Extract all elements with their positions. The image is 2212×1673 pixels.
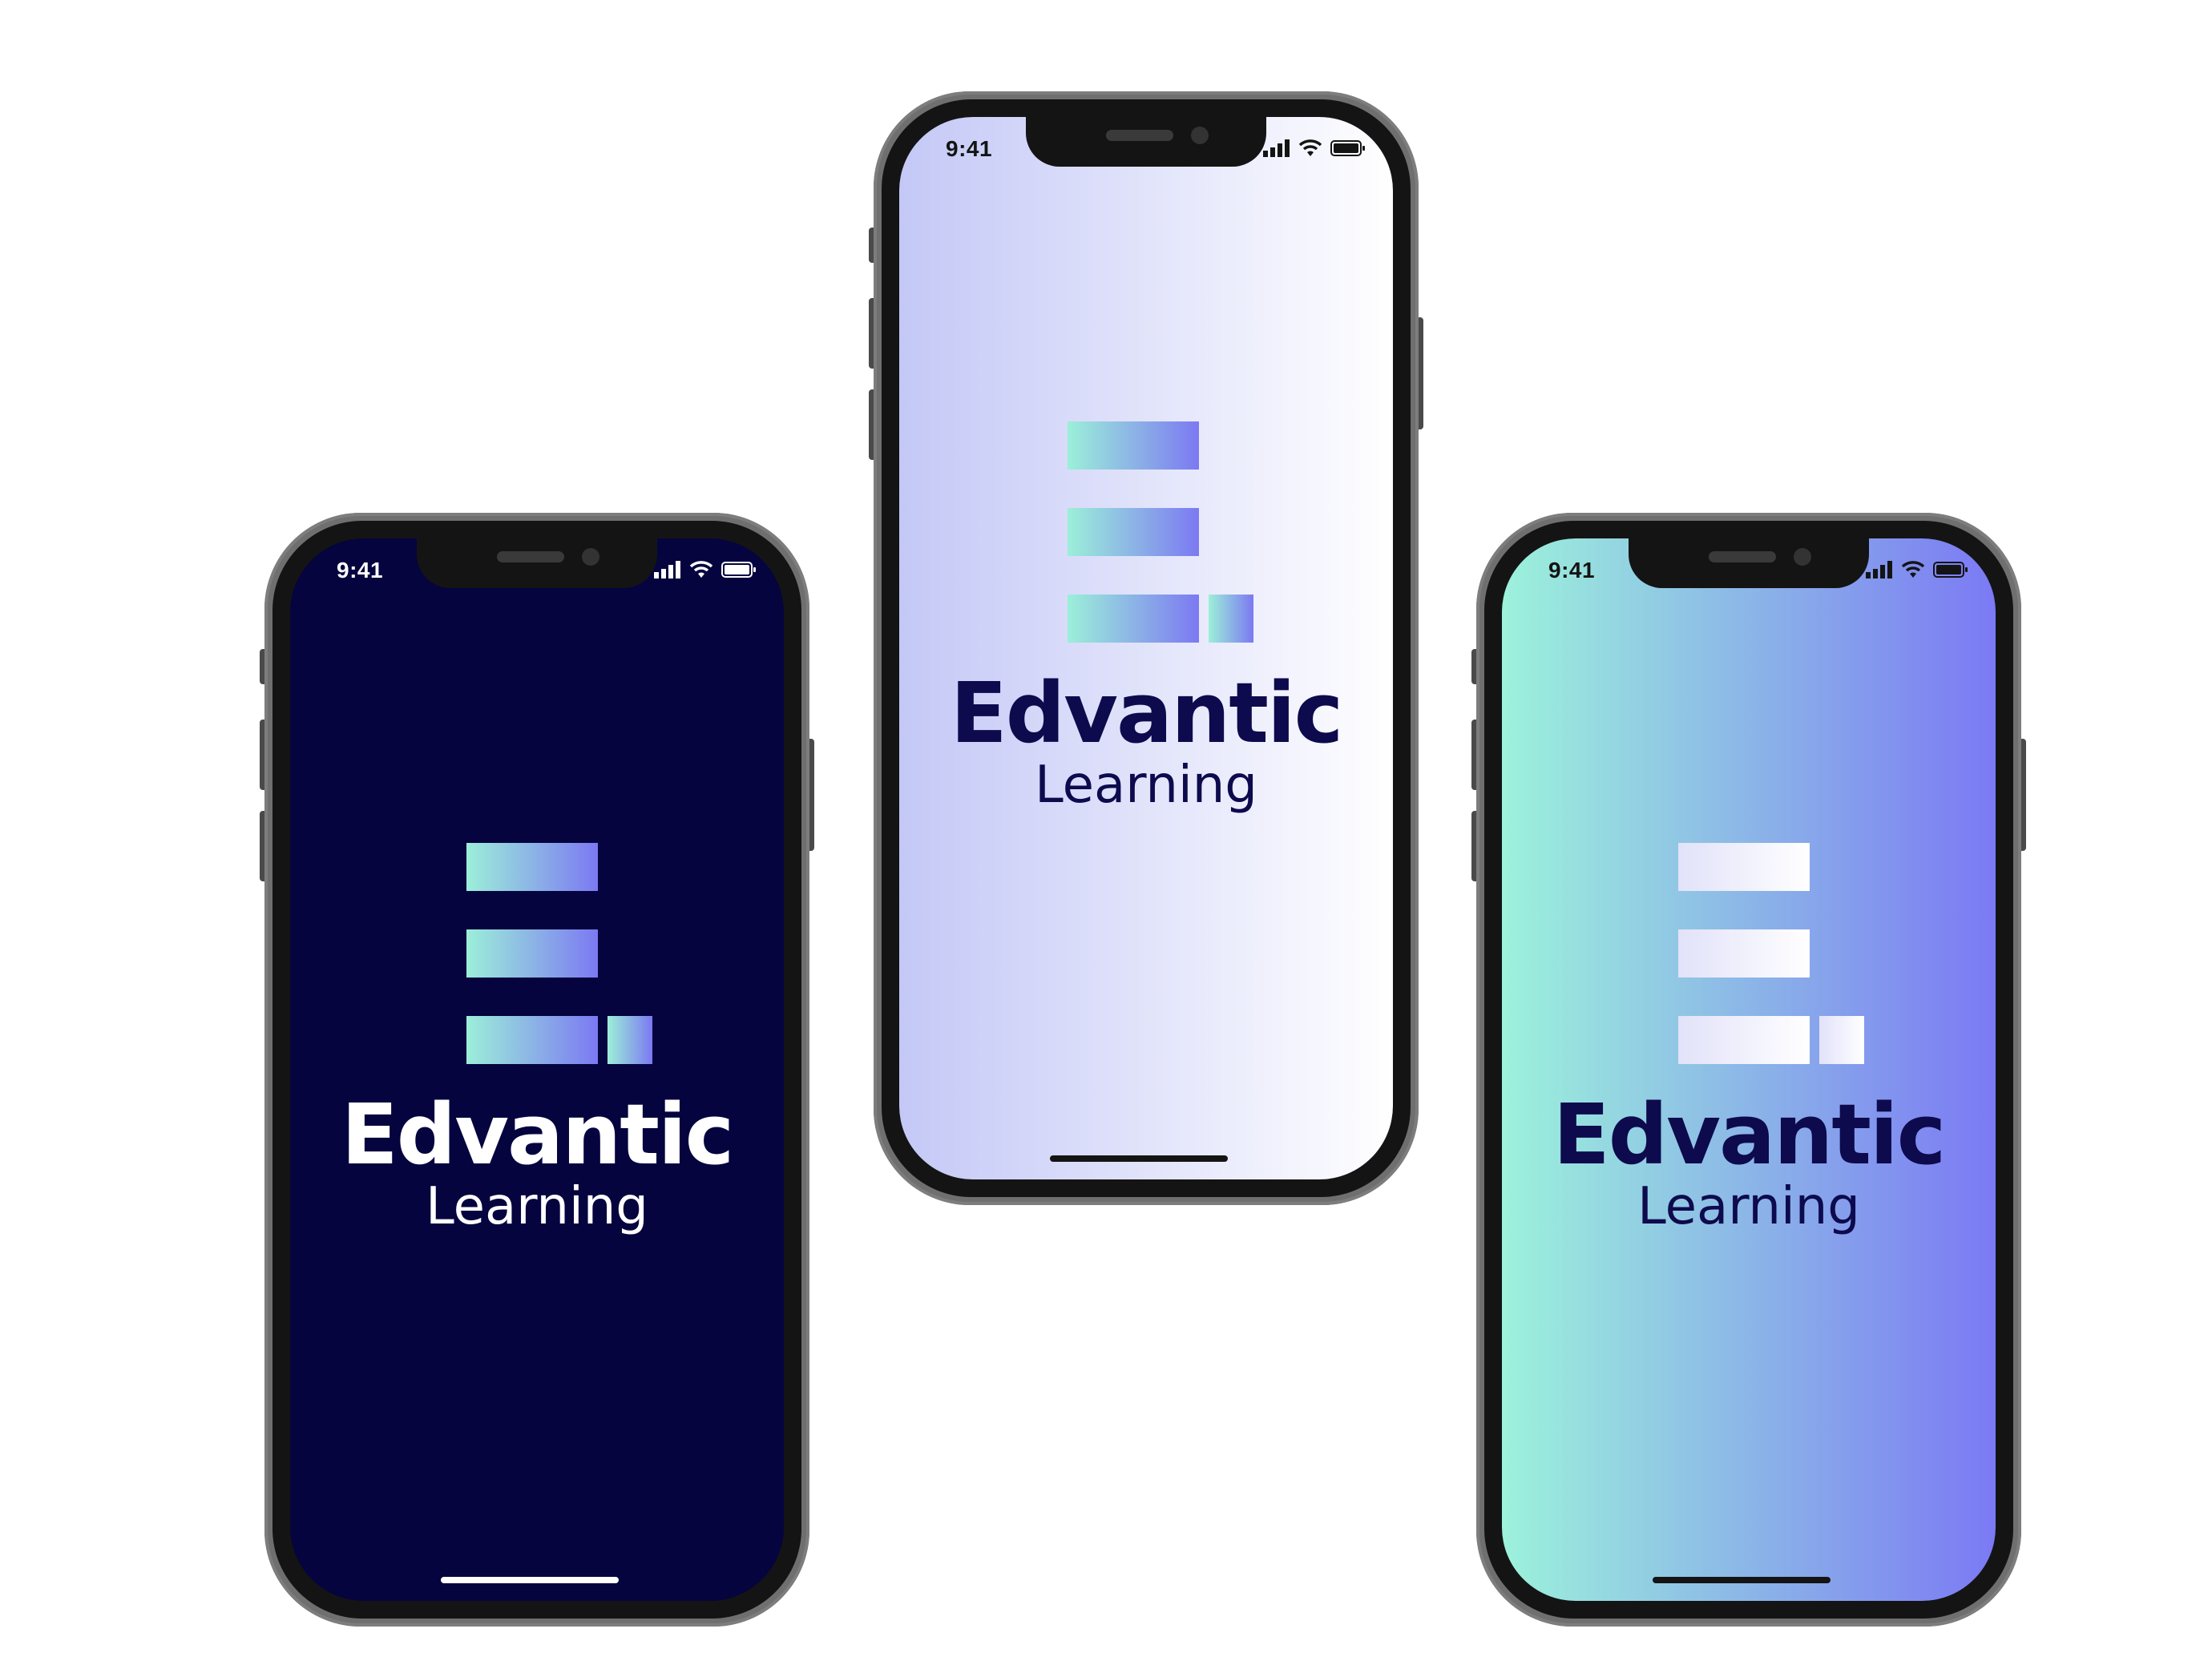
home-indicator[interactable] xyxy=(1653,1577,1831,1583)
speaker-grille xyxy=(497,551,564,562)
logo-bar-square xyxy=(607,1016,652,1064)
phone-dark: 9:41 Edvantic Learning xyxy=(260,513,814,1627)
signal-icon xyxy=(1263,139,1290,157)
front-camera xyxy=(1191,127,1209,144)
wifi-icon xyxy=(1298,139,1322,156)
wifi-icon xyxy=(1901,561,1925,578)
notch xyxy=(417,538,657,588)
signal-icon xyxy=(1866,561,1892,578)
brand-logo: Edvantic Learning xyxy=(290,843,784,1232)
brand-logo: Edvantic Learning xyxy=(899,421,1393,811)
status-time: 9:41 xyxy=(1548,558,1596,583)
logo-bar-top xyxy=(1678,843,1810,891)
speaker-grille xyxy=(1106,130,1173,141)
brand-subtitle: Learning xyxy=(426,1177,648,1236)
home-indicator[interactable] xyxy=(1050,1155,1228,1162)
logo-bar-middle xyxy=(466,929,598,978)
logo-bar-square xyxy=(1209,595,1253,643)
phone-lavender: 9:41 Edvantic Learning xyxy=(869,91,1423,1205)
wifi-icon xyxy=(689,561,713,578)
brand-subtitle: Learning xyxy=(1035,756,1257,815)
brand-name: Edvantic xyxy=(341,1086,735,1183)
notch xyxy=(1026,117,1266,167)
splash-screen: 9:41 Edvantic Learning xyxy=(1502,538,1996,1601)
phone-mint-violet: 9:41 Edvantic Learning xyxy=(1471,513,2026,1627)
status-time: 9:41 xyxy=(946,136,993,161)
logo-bar-bottom xyxy=(466,1016,598,1064)
logo-bar-top xyxy=(466,843,598,891)
status-icons xyxy=(1866,558,1968,582)
notch xyxy=(1629,538,1869,588)
logo-bar-bottom xyxy=(1068,595,1199,643)
brand-subtitle: Learning xyxy=(1637,1177,1860,1236)
brand-name: Edvantic xyxy=(1552,1086,1947,1183)
logo-bar-top xyxy=(1068,421,1199,470)
signal-icon xyxy=(654,561,680,578)
home-indicator[interactable] xyxy=(441,1577,619,1583)
speaker-grille xyxy=(1709,551,1776,562)
front-camera xyxy=(582,548,599,566)
status-icons xyxy=(654,558,757,582)
status-time: 9:41 xyxy=(337,558,384,583)
battery-icon xyxy=(1330,140,1365,156)
brand-logo: Edvantic Learning xyxy=(1502,843,1996,1232)
splash-screen: 9:41 Edvantic Learning xyxy=(290,538,784,1601)
logo-bar-middle xyxy=(1678,929,1810,978)
logo-bar-square xyxy=(1819,1016,1864,1064)
splash-screen: 9:41 Edvantic Learning xyxy=(899,117,1393,1179)
status-icons xyxy=(1263,136,1366,160)
battery-icon xyxy=(1933,562,1968,578)
front-camera xyxy=(1794,548,1811,566)
logo-bar-middle xyxy=(1068,508,1199,556)
logo-bar-bottom xyxy=(1678,1016,1810,1064)
battery-icon xyxy=(721,562,756,578)
brand-name: Edvantic xyxy=(950,664,1344,762)
